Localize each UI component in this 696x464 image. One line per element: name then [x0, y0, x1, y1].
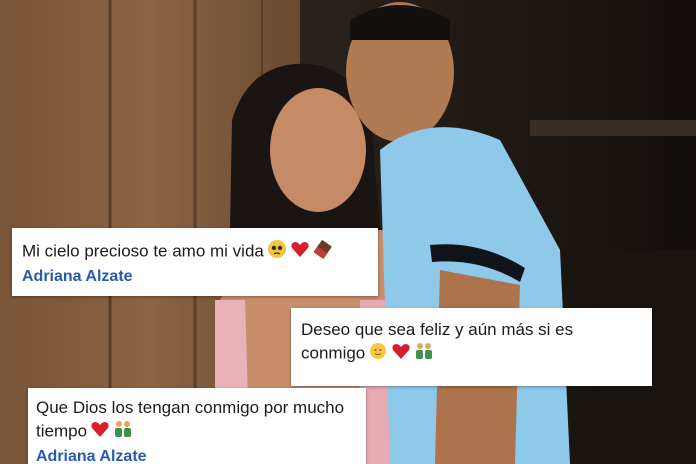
comment-card-3: Que Dios los tengan conmigo por mucho ti…: [28, 388, 366, 464]
comment-author-3[interactable]: Adriana Alzate: [36, 447, 358, 464]
comment-card-1: Mi cielo precioso te amo mi vida Adriana…: [12, 228, 378, 296]
comment-author-1[interactable]: Adriana Alzate: [22, 267, 368, 287]
comment-card-2: Deseo que sea feliz y aún más si es conm…: [291, 308, 652, 386]
red-heart-icon: [391, 342, 411, 366]
social-comments-collage: Mi cielo precioso te amo mi vida Adriana…: [0, 0, 696, 464]
sun-face-icon: [368, 341, 388, 367]
comment-text-3: Que Dios los tengan conmigo por mucho ti…: [36, 397, 358, 445]
pleading-face-icon: [267, 239, 287, 265]
comment-text-1: Mi cielo precioso te amo mi vida: [22, 239, 368, 265]
couple-icon: [414, 341, 434, 367]
red-heart-icon: [90, 420, 110, 444]
chocolate-bar-icon: [313, 239, 333, 265]
comment-text-2: Deseo que sea feliz y aún más si es conm…: [301, 319, 642, 367]
couple-icon: [113, 419, 133, 445]
red-heart-icon: [290, 240, 310, 264]
